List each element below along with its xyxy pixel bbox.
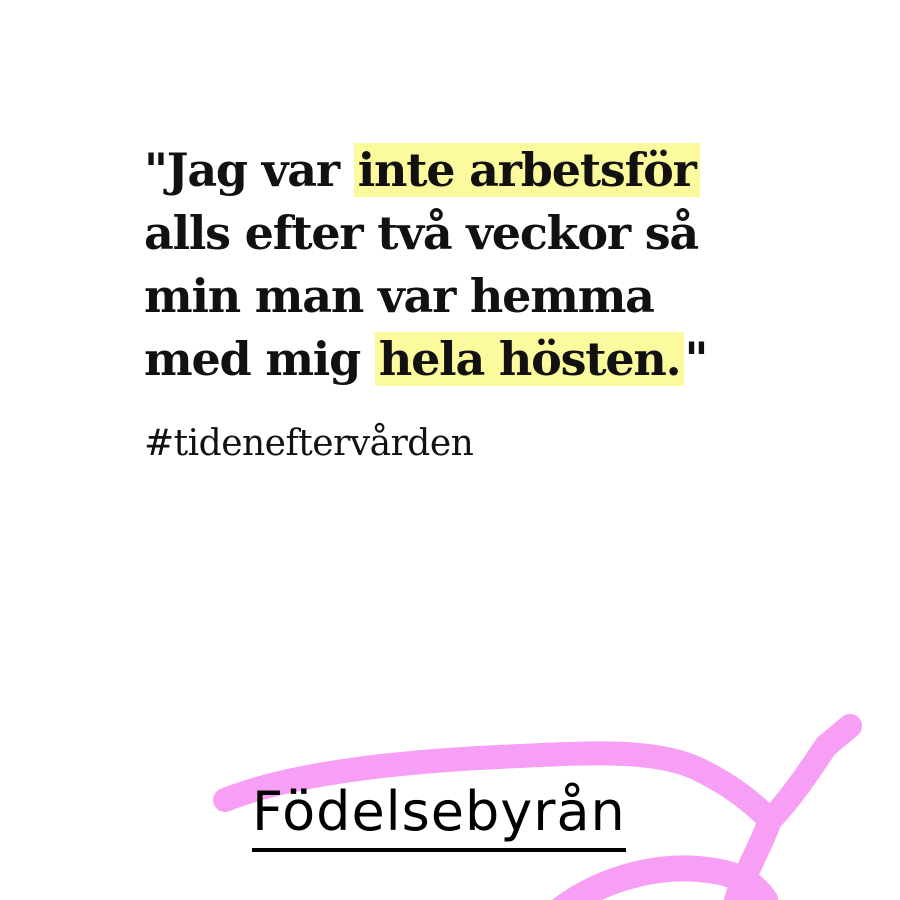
quote-line-1: "Jag var inte arbetsför <box>144 139 804 202</box>
quote-highlight-1: inte arbetsför <box>353 143 700 197</box>
quote-line-1-start: "Jag var <box>144 143 354 197</box>
quote-text: "Jag var inte arbetsför alls efter två v… <box>144 139 804 391</box>
brand-logo: Födelsebyrån <box>252 778 626 852</box>
quote-line-3: min man var hemma <box>144 269 655 323</box>
quote-line-2: alls efter två veckor så <box>144 206 699 260</box>
quote-line-4-start: med mig <box>144 332 375 386</box>
quote-highlight-2: hela hösten. <box>374 332 685 386</box>
quote-closing-mark: " <box>684 332 708 386</box>
quote-card: "Jag var inte arbetsför alls efter två v… <box>0 0 900 900</box>
quote-line-4: med mig hela hösten." <box>144 328 804 391</box>
hashtag: #tideneftervården <box>144 423 474 464</box>
